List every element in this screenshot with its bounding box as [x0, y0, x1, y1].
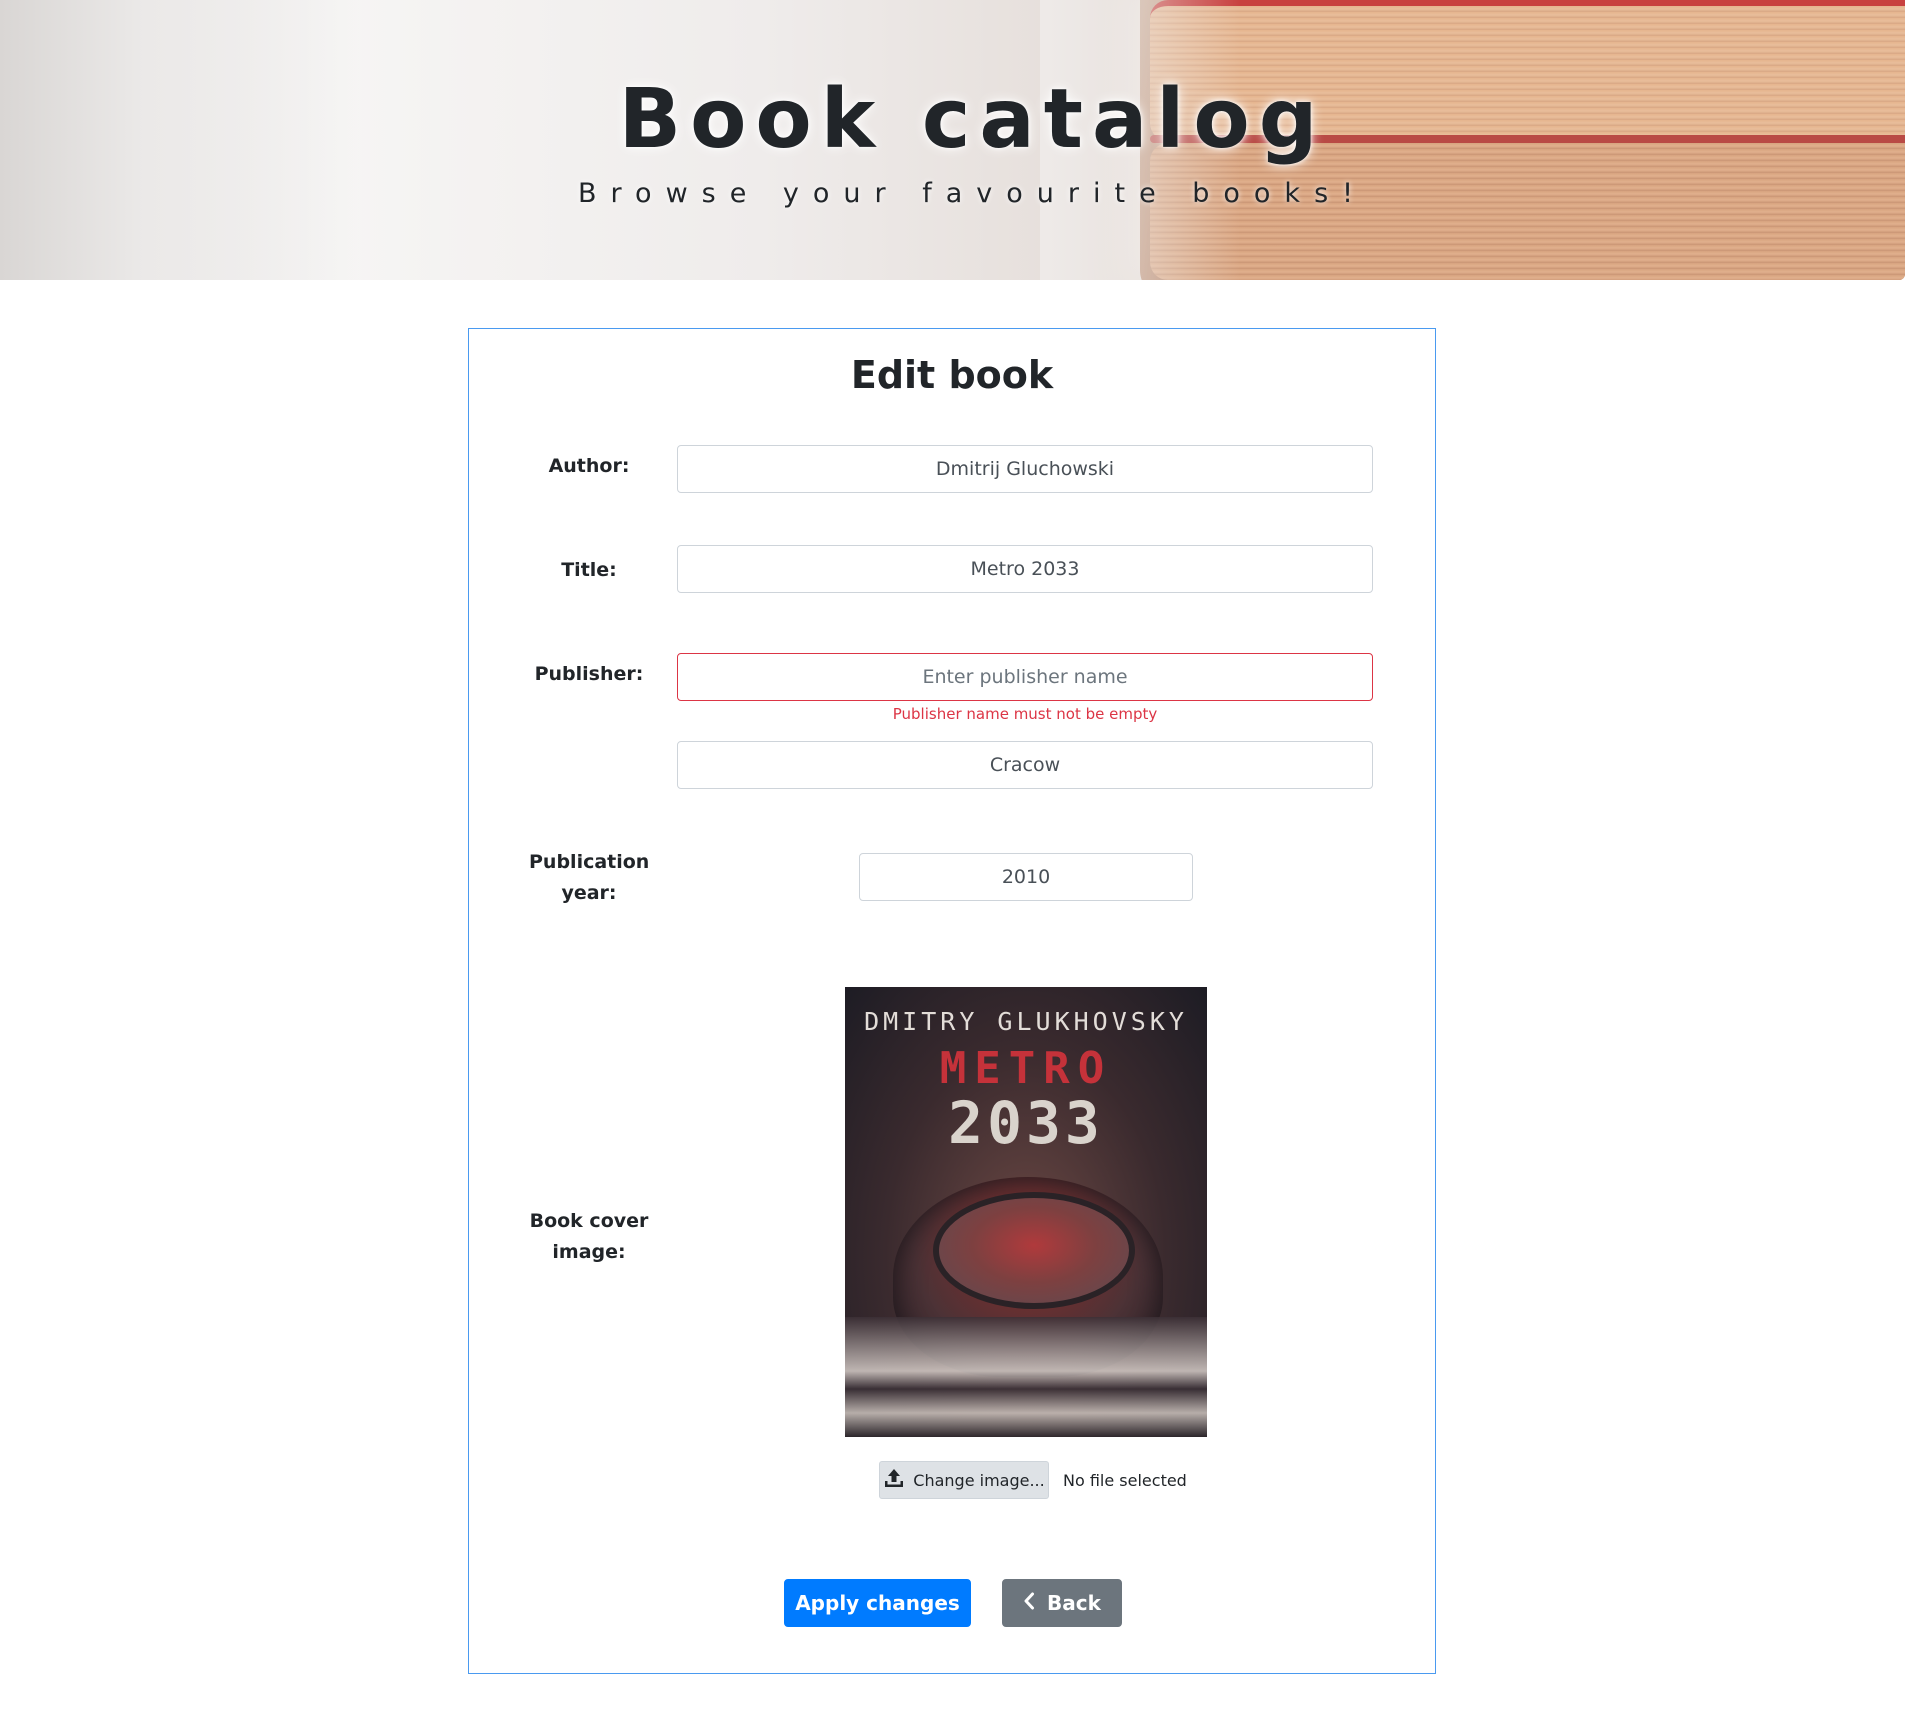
cover-art-body [845, 1317, 1207, 1437]
edit-book-card: Edit book Author: Title: Publisher: Publ… [468, 328, 1436, 1674]
file-status-text: No file selected [1063, 1471, 1187, 1490]
title-input[interactable] [677, 545, 1373, 593]
publisher-city-input[interactable] [677, 741, 1373, 789]
chevron-left-icon [1023, 1591, 1035, 1615]
change-image-button[interactable]: Change image... [879, 1461, 1049, 1499]
publisher-name-input[interactable] [677, 653, 1373, 701]
cover-year-text: 2033 [948, 1089, 1104, 1157]
back-label: Back [1047, 1591, 1101, 1615]
cover-art-visor [933, 1192, 1135, 1309]
cover-author-text: DMITRY GLUKHOVSKY [864, 1007, 1188, 1036]
change-image-label: Change image... [913, 1470, 1045, 1490]
upload-icon [883, 1467, 905, 1493]
apply-changes-label: Apply changes [795, 1591, 960, 1615]
publication-year-label: Publication year: [529, 851, 650, 904]
cover-title-text: METRO [939, 1043, 1113, 1094]
header-banner: Book catalog Browse your favourite books… [0, 0, 1905, 280]
back-button[interactable]: Back [1002, 1579, 1122, 1627]
publisher-label: Publisher: [534, 663, 644, 685]
cover-image-label: Book cover image: [529, 1210, 649, 1263]
publisher-name-error: Publisher name must not be empty [892, 705, 1158, 723]
apply-changes-button[interactable]: Apply changes [784, 1579, 971, 1627]
book-cover-image: DMITRY GLUKHOVSKY METRO 2033 [845, 987, 1207, 1437]
author-label: Author: [548, 455, 630, 477]
site-title: Book catalog [618, 72, 1327, 167]
title-label: Title: [561, 559, 617, 581]
author-input[interactable] [677, 445, 1373, 493]
publication-year-input[interactable] [859, 853, 1193, 901]
site-subtitle: Browse your favourite books! [578, 178, 1367, 209]
page-title: Edit book [850, 353, 1054, 397]
